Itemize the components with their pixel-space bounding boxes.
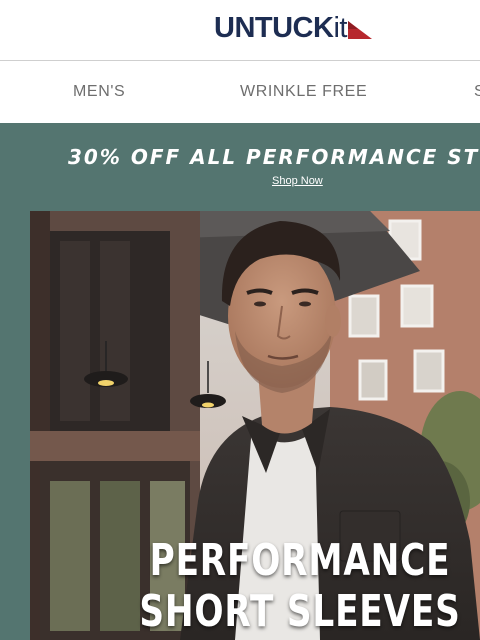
hero-image[interactable]: PERFORMANCE SHORT SLEEVES	[30, 211, 480, 640]
logo-text-bold: UNTUCK	[214, 12, 334, 44]
logo-text-light: it	[333, 12, 347, 44]
nav-item-mens[interactable]: MEN'S	[73, 61, 125, 123]
logo-wordmark: UNTUCKit	[214, 12, 347, 44]
promo-headline: 30% OFF ALL PERFORMANCE STY	[68, 145, 480, 169]
promo-banner: 30% OFF ALL PERFORMANCE STY Shop Now PER…	[0, 123, 480, 640]
site-header: UNTUCKit	[0, 0, 480, 61]
shop-now-link[interactable]: Shop Now	[272, 175, 323, 187]
hero-title-line2: SHORT SLEEVES	[139, 586, 461, 637]
nav-item-wrinkle-free[interactable]: WRINKLE FREE	[240, 61, 367, 123]
main-nav: MEN'S WRINKLE FREE S	[0, 61, 480, 124]
logo-flag-icon	[347, 21, 372, 39]
site-logo[interactable]: UNTUCKit	[214, 12, 372, 44]
hero-title-line1: PERFORMANCE	[149, 535, 451, 586]
nav-item-partial[interactable]: S	[474, 61, 480, 123]
